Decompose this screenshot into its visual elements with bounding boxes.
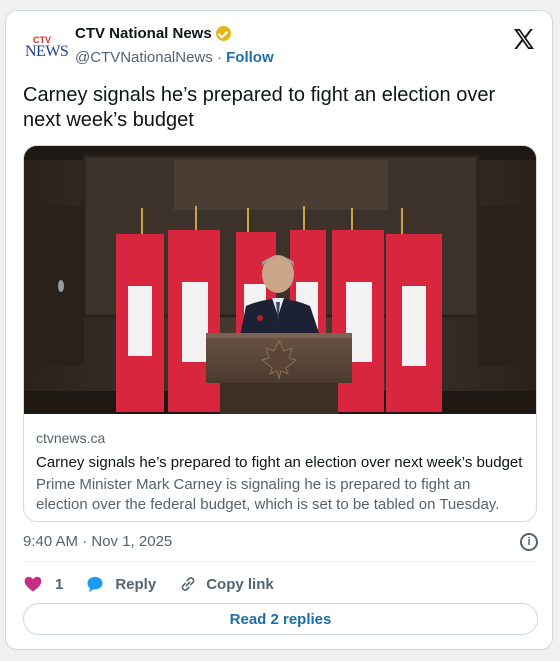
copy-link-label: Copy link <box>206 575 274 593</box>
divider <box>23 561 538 562</box>
reply-bubble-icon <box>87 576 103 593</box>
author-display-name[interactable]: CTV National News <box>75 25 212 42</box>
link-title: Carney signals he’s prepared to fight an… <box>36 454 523 471</box>
like-count: 1 <box>55 575 64 593</box>
link-preview-card[interactable]: ctvnews.ca Carney signals he’s prepared … <box>23 145 537 522</box>
link-description: Prime Minister Mark Carney is signaling … <box>36 476 500 513</box>
copy-link-button[interactable]: Copy link <box>178 574 274 594</box>
author-handle[interactable]: @CTVNationalNews <box>75 49 213 66</box>
tweet-header: CTV NEWS CTV National News @CTVNationalN… <box>23 25 538 75</box>
tweet-text: Carney signals he’s prepared to fight an… <box>23 84 496 131</box>
logo-text-bottom: NEWS <box>25 43 69 60</box>
read-replies-button[interactable]: Read 2 replies <box>23 603 538 635</box>
author-name-row: CTV National News <box>75 25 231 42</box>
info-icon[interactable]: i <box>520 533 538 551</box>
verified-badge-icon <box>215 26 231 41</box>
author-handle-row: @CTVNationalNews · Follow <box>75 49 274 66</box>
link-domain: ctvnews.ca <box>36 430 106 446</box>
follow-link[interactable]: Follow <box>226 49 274 66</box>
press-conference-photo <box>24 146 536 414</box>
separator-dot: · <box>216 49 222 66</box>
tweet-embed-card: CTV NEWS CTV National News @CTVNationalN… <box>5 10 553 650</box>
link-icon <box>181 577 195 591</box>
link-card-text: ctvnews.ca Carney signals he’s prepared … <box>36 430 526 515</box>
reply-button[interactable]: Reply <box>85 574 156 594</box>
ctv-news-logo[interactable]: CTV NEWS <box>25 35 69 61</box>
x-logo-icon[interactable] <box>512 27 536 51</box>
tweet-timestamp[interactable]: 9:40 AM · Nov 1, 2025 <box>23 533 172 550</box>
like-button[interactable]: 1 <box>23 574 63 594</box>
action-bar: 1 Reply Copy link <box>23 572 296 596</box>
heart-icon <box>24 576 42 592</box>
reply-label: Reply <box>115 575 157 593</box>
